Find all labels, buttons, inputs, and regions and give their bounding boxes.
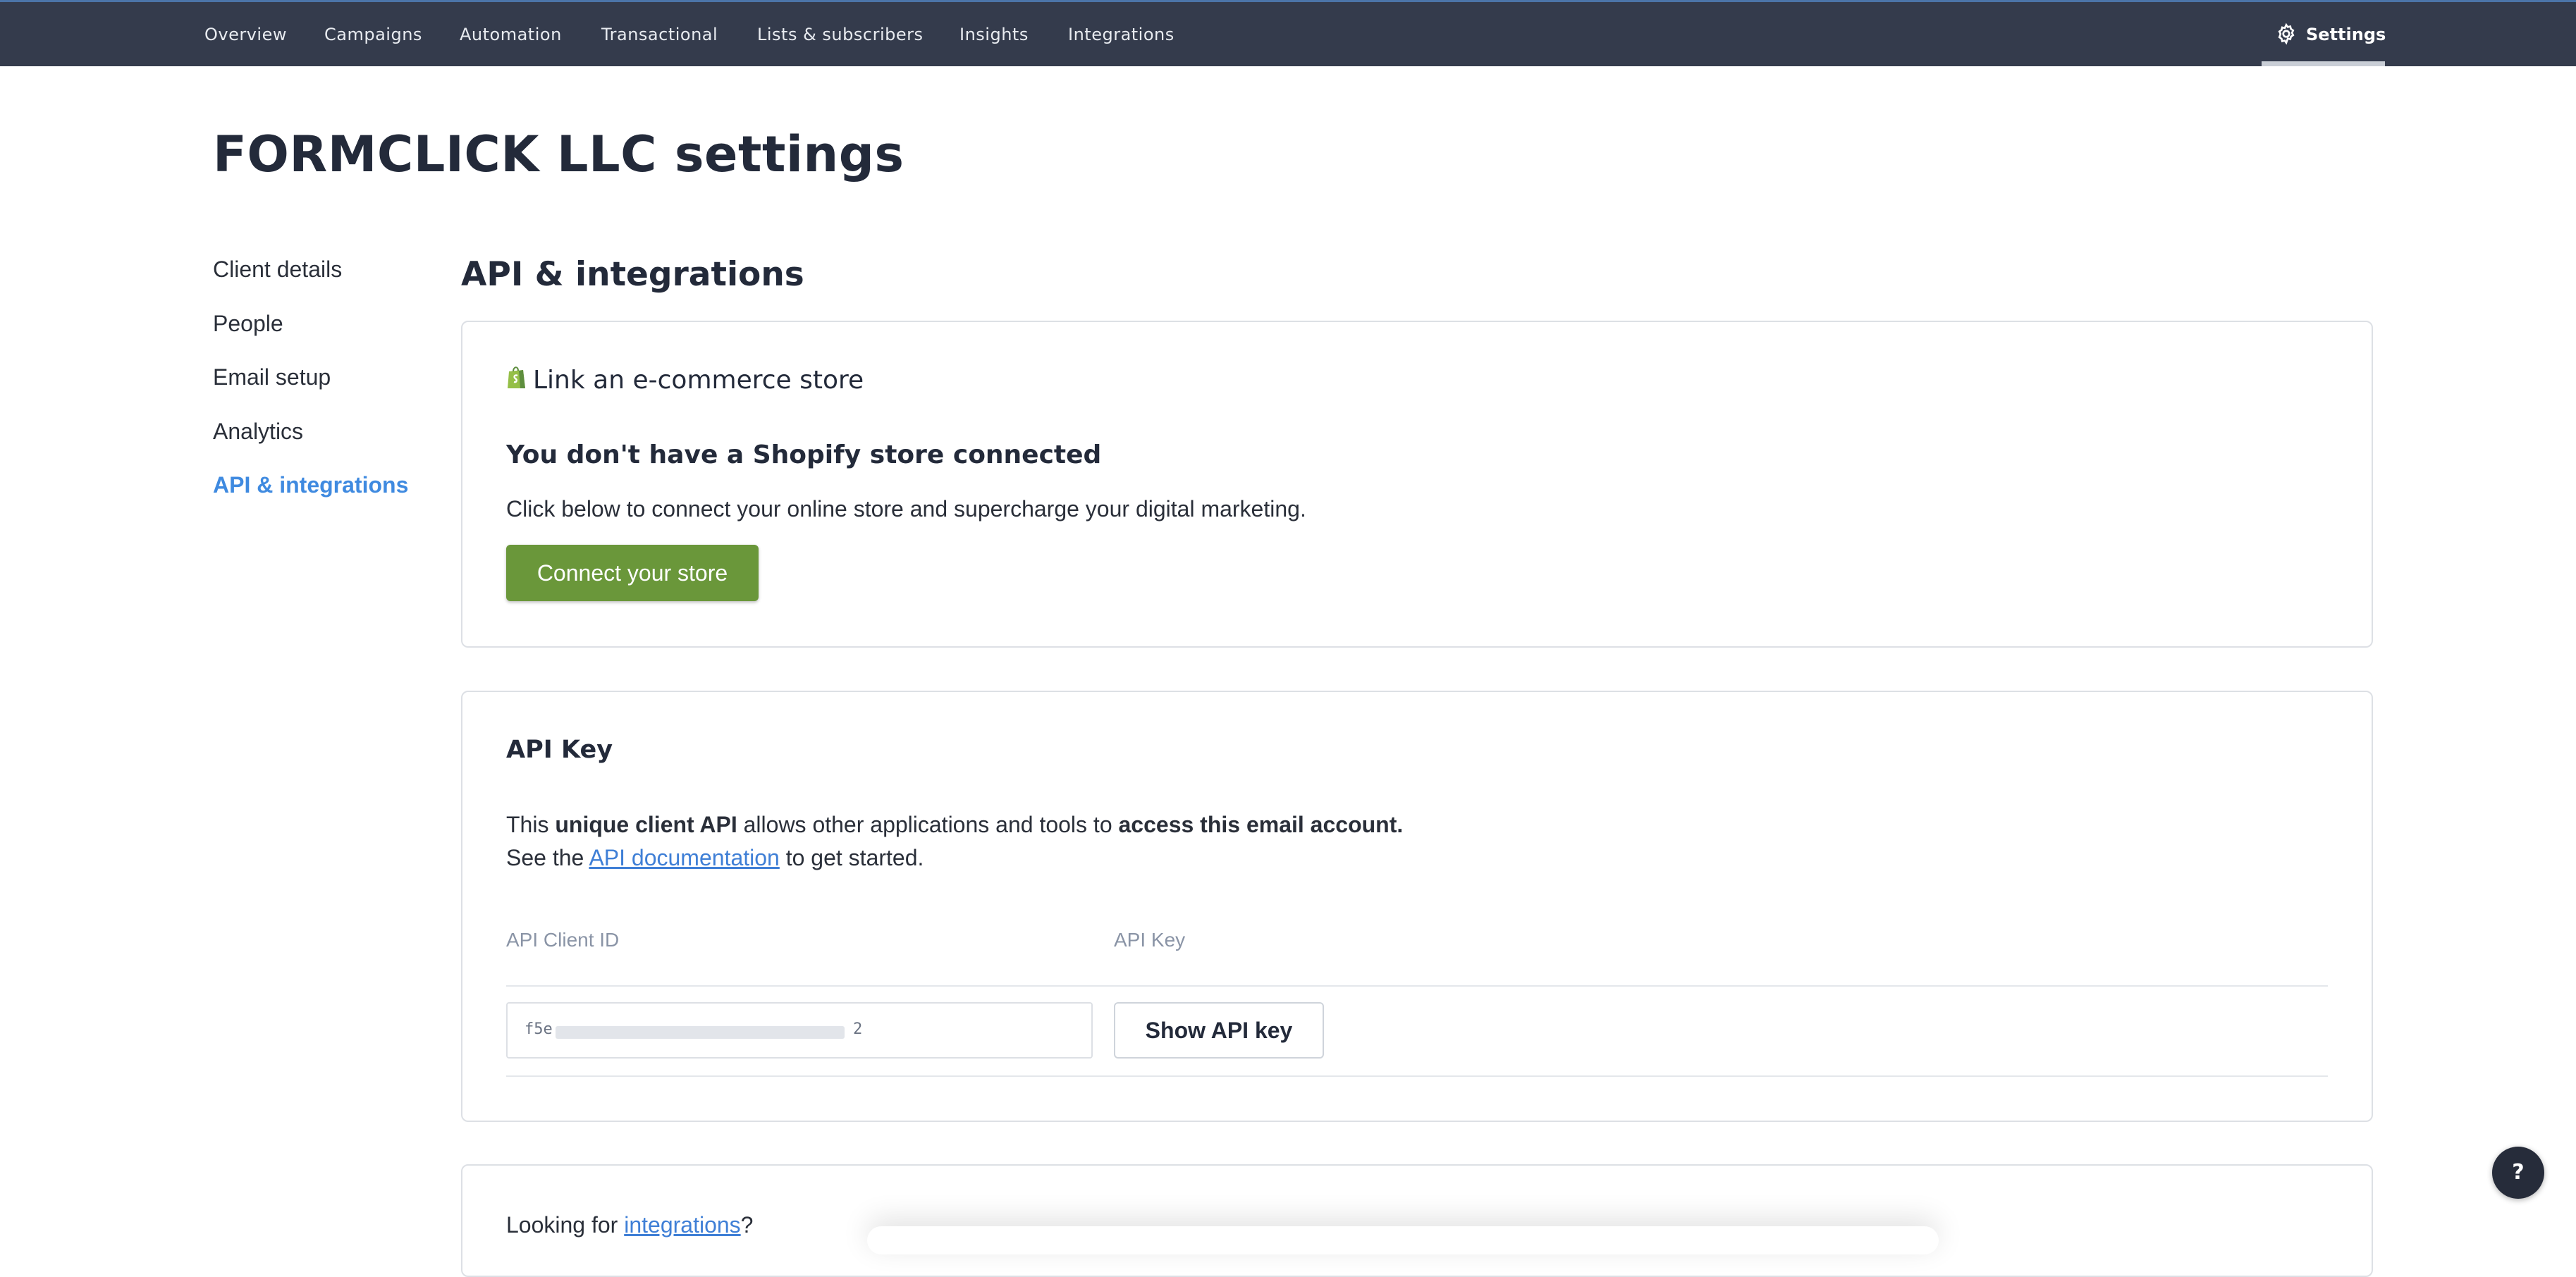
integrations-prompt: Looking for integrations? xyxy=(506,1212,753,1238)
nav-item-automation[interactable]: Automation xyxy=(460,25,562,44)
client-id-redaction xyxy=(556,1026,845,1039)
api-client-id-label: API Client ID xyxy=(506,929,620,951)
nav-item-settings[interactable]: Settings xyxy=(2262,2,2386,66)
connect-store-button[interactable]: Connect your store xyxy=(506,545,759,601)
nav-item-overview[interactable]: Overview xyxy=(204,25,287,44)
api-documentation-link[interactable]: API documentation xyxy=(589,845,779,870)
api-desc-bold: unique client API xyxy=(555,812,737,837)
settings-label: Settings xyxy=(2306,25,2386,44)
divider xyxy=(506,985,2328,987)
sidebar-item-client-details[interactable]: Client details xyxy=(213,257,342,283)
show-api-key-button[interactable]: Show API key xyxy=(1114,1002,1324,1059)
shopify-status-heading: You don't have a Shopify store connected xyxy=(506,440,1102,469)
api-docs-text: to get started. xyxy=(779,845,924,870)
api-docs-line: See the API documentation to get started… xyxy=(506,845,924,871)
bottom-overlay-shadow xyxy=(867,1226,1939,1254)
shopify-bag-icon xyxy=(508,366,525,388)
api-key-heading: API Key xyxy=(506,736,613,764)
client-id-prefix: f5e xyxy=(525,1020,553,1038)
ecommerce-store-card: Link an e-commerce store You don't have … xyxy=(461,321,2373,648)
nav-item-campaigns[interactable]: Campaigns xyxy=(324,25,422,44)
nav-item-lists-subscribers[interactable]: Lists & subscribers xyxy=(757,25,923,44)
nav-item-insights[interactable]: Insights xyxy=(959,25,1029,44)
integrations-text: ? xyxy=(740,1212,754,1238)
sidebar-item-api-integrations[interactable]: API & integrations xyxy=(213,472,408,498)
api-desc-text: allows other applications and tools to xyxy=(737,812,1119,837)
sidebar-item-people[interactable]: People xyxy=(213,311,283,337)
sidebar-item-email-setup[interactable]: Email setup xyxy=(213,364,331,390)
api-desc-text: This xyxy=(506,812,556,837)
help-button[interactable]: ? xyxy=(2492,1147,2544,1199)
divider xyxy=(506,1075,2328,1077)
nav-item-transactional[interactable]: Transactional xyxy=(601,25,718,44)
api-client-id-field[interactable]: f5e 2 xyxy=(506,1002,1093,1059)
page-title: FORMCLICK LLC settings xyxy=(213,125,904,183)
api-key-card: API Key This unique client API allows ot… xyxy=(461,691,2373,1122)
ecommerce-heading: Link an e-commerce store xyxy=(533,366,864,395)
integrations-card: Looking for integrations? xyxy=(461,1164,2373,1277)
top-navigation-bar: Overview Campaigns Automation Transactio… xyxy=(0,0,2576,66)
client-id-suffix: 2 xyxy=(853,1020,863,1038)
ecommerce-description: Click below to connect your online store… xyxy=(506,496,1306,522)
gear-icon xyxy=(2278,23,2295,45)
api-docs-text: See the xyxy=(506,845,589,870)
api-desc-bold: access this email account. xyxy=(1118,812,1404,837)
sidebar-item-analytics[interactable]: Analytics xyxy=(213,419,303,445)
api-key-label: API Key xyxy=(1114,929,1186,951)
nav-item-integrations[interactable]: Integrations xyxy=(1068,25,1174,44)
section-title: API & integrations xyxy=(461,255,804,294)
api-key-description: This unique client API allows other appl… xyxy=(506,812,1403,838)
integrations-text: Looking for xyxy=(506,1212,625,1238)
integrations-link[interactable]: integrations xyxy=(624,1212,740,1238)
